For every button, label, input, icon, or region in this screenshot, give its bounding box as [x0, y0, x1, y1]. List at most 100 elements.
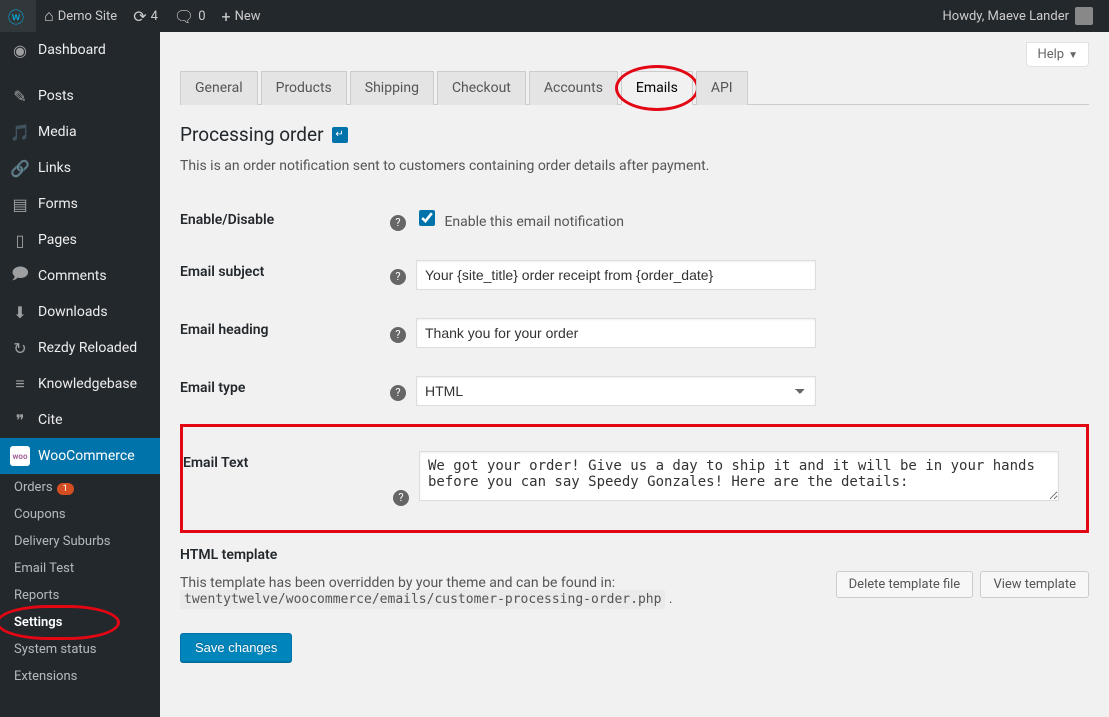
- settings-tabs: General Products Shipping Checkout Accou…: [180, 71, 1089, 105]
- comments-icon: 🗩: [10, 266, 30, 286]
- wordpress-icon: ⓦ: [8, 4, 24, 28]
- updates-count: 4: [151, 9, 158, 24]
- sidebar-item-cite[interactable]: ❞ Cite: [0, 402, 160, 438]
- tab-products[interactable]: Products: [261, 71, 347, 105]
- sidebar-label: Posts: [38, 88, 74, 104]
- email-text-textarea[interactable]: [419, 451, 1059, 501]
- avatar: [1075, 7, 1093, 25]
- quote-icon: ❞: [10, 410, 30, 430]
- tab-shipping[interactable]: Shipping: [350, 71, 434, 105]
- sidebar-subitem-extensions[interactable]: Extensions: [0, 663, 160, 690]
- sidebar-item-downloads[interactable]: ⬇ Downloads: [0, 294, 160, 330]
- sidebar-item-knowledgebase[interactable]: ≡ Knowledgebase: [0, 366, 160, 402]
- section-description: This is an order notification sent to cu…: [180, 158, 1089, 174]
- comments-count: 0: [198, 9, 205, 24]
- help-icon[interactable]: ?: [393, 490, 409, 506]
- sidebar-item-pages[interactable]: ▯ Pages: [0, 222, 160, 258]
- back-link-icon[interactable]: ↵: [332, 127, 348, 143]
- admin-bar: ⓦ ⌂Demo Site ⟳4 🗨0 +New Howdy, Maeve Lan…: [0, 0, 1109, 32]
- site-name-label: Demo Site: [58, 9, 118, 24]
- help-icon[interactable]: ?: [390, 385, 406, 401]
- sidebar-label: Downloads: [38, 304, 108, 320]
- home-icon: ⌂: [44, 6, 54, 26]
- sidebar-item-posts[interactable]: ✎ Posts: [0, 78, 160, 114]
- sidebar-label: Cite: [38, 412, 63, 428]
- sidebar-subitem-emailtest[interactable]: Email Test: [0, 555, 160, 582]
- sidebar-item-comments[interactable]: 🗩 Comments: [0, 258, 160, 294]
- sidebar-item-links[interactable]: 🔗 Links: [0, 150, 160, 186]
- download-icon: ⬇: [10, 302, 30, 322]
- howdy-text: Howdy, Maeve Lander: [943, 9, 1070, 24]
- plus-icon: +: [222, 7, 231, 26]
- label-email-text: Email Text: [183, 437, 383, 520]
- section-heading: Processing order↵: [180, 123, 1089, 146]
- sidebar-item-rezdy[interactable]: ↻ Rezdy Reloaded: [0, 330, 160, 366]
- reload-icon: ↻: [10, 338, 30, 358]
- sidebar-label: Knowledgebase: [38, 376, 137, 392]
- highlighted-field-row: Email Text ?: [180, 424, 1089, 533]
- sidebar-subitem-orders[interactable]: Orders1: [0, 474, 160, 501]
- comments[interactable]: 🗨0: [166, 0, 214, 32]
- tab-api[interactable]: API: [696, 71, 748, 105]
- save-button[interactable]: Save changes: [180, 633, 292, 662]
- label-heading: Email heading: [180, 304, 380, 362]
- forms-icon: ▤: [10, 194, 30, 214]
- sidebar-label: Rezdy Reloaded: [38, 340, 137, 356]
- sidebar-label: Dashboard: [38, 42, 106, 58]
- help-icon[interactable]: ?: [390, 327, 406, 343]
- my-account[interactable]: Howdy, Maeve Lander: [935, 0, 1102, 32]
- main-content: Help▼ General Products Shipping Checkout…: [160, 32, 1109, 717]
- sidebar-label: Forms: [38, 196, 78, 212]
- sidebar-label: Media: [38, 124, 77, 140]
- sidebar-subitem-settings[interactable]: Settings: [0, 609, 160, 636]
- heading-input[interactable]: [416, 318, 816, 348]
- wp-logo[interactable]: ⓦ: [0, 0, 36, 32]
- help-icon[interactable]: ?: [390, 269, 406, 285]
- enable-checkbox[interactable]: [419, 210, 435, 226]
- help-tab[interactable]: Help▼: [1026, 42, 1089, 67]
- template-path: twentytwelve/woocommerce/emails/customer…: [180, 590, 665, 609]
- tab-emails[interactable]: Emails: [621, 71, 693, 105]
- new-label: New: [235, 9, 261, 24]
- label-type: Email type: [180, 362, 380, 420]
- sidebar-item-media[interactable]: 🎵 Media: [0, 114, 160, 150]
- label-enable: Enable/Disable: [180, 194, 380, 246]
- template-heading: HTML template: [180, 547, 1089, 563]
- tab-accounts[interactable]: Accounts: [529, 71, 618, 105]
- pages-icon: ▯: [10, 230, 30, 250]
- dashboard-icon: ◉: [10, 40, 30, 60]
- sidebar-label: Pages: [38, 232, 77, 248]
- delete-template-button[interactable]: Delete template file: [836, 571, 974, 598]
- sidebar-label: WooCommerce: [38, 448, 135, 464]
- label-subject: Email subject: [180, 246, 380, 304]
- enable-checkbox-label: Enable this email notification: [444, 214, 624, 230]
- updates[interactable]: ⟳4: [125, 0, 166, 32]
- sidebar-subitem-delivery[interactable]: Delivery Suburbs: [0, 528, 160, 555]
- sidebar-subitem-status[interactable]: System status: [0, 636, 160, 663]
- orders-badge: 1: [57, 483, 74, 495]
- media-icon: 🎵: [10, 122, 30, 142]
- link-icon: 🔗: [10, 158, 30, 178]
- woocommerce-icon: woo: [10, 446, 30, 466]
- new-content[interactable]: + New: [214, 0, 269, 32]
- help-icon[interactable]: ?: [390, 215, 406, 231]
- updates-icon: ⟳: [133, 7, 146, 26]
- book-icon: ≡: [10, 374, 30, 394]
- admin-menu: ◉ Dashboard ✎ Posts 🎵 Media 🔗 Links ▤ Forms ▯…: [0, 32, 160, 717]
- comment-icon: 🗨: [174, 7, 194, 26]
- tab-checkout[interactable]: Checkout: [437, 71, 526, 105]
- tab-general[interactable]: General: [180, 71, 258, 105]
- sidebar-label: Comments: [38, 268, 107, 284]
- view-template-button[interactable]: View template: [980, 571, 1089, 598]
- pin-icon: ✎: [10, 86, 30, 106]
- sidebar-label: Links: [38, 160, 71, 176]
- sidebar-subitem-reports[interactable]: Reports: [0, 582, 160, 609]
- sidebar-item-woocommerce[interactable]: woo WooCommerce: [0, 438, 160, 474]
- site-name[interactable]: ⌂ Demo Site: [36, 0, 125, 32]
- subject-input[interactable]: [416, 260, 816, 290]
- type-select[interactable]: HTML: [416, 376, 816, 406]
- sidebar-item-dashboard[interactable]: ◉ Dashboard: [0, 32, 160, 68]
- caret-down-icon: ▼: [1068, 50, 1078, 61]
- sidebar-item-forms[interactable]: ▤ Forms: [0, 186, 160, 222]
- sidebar-subitem-coupons[interactable]: Coupons: [0, 501, 160, 528]
